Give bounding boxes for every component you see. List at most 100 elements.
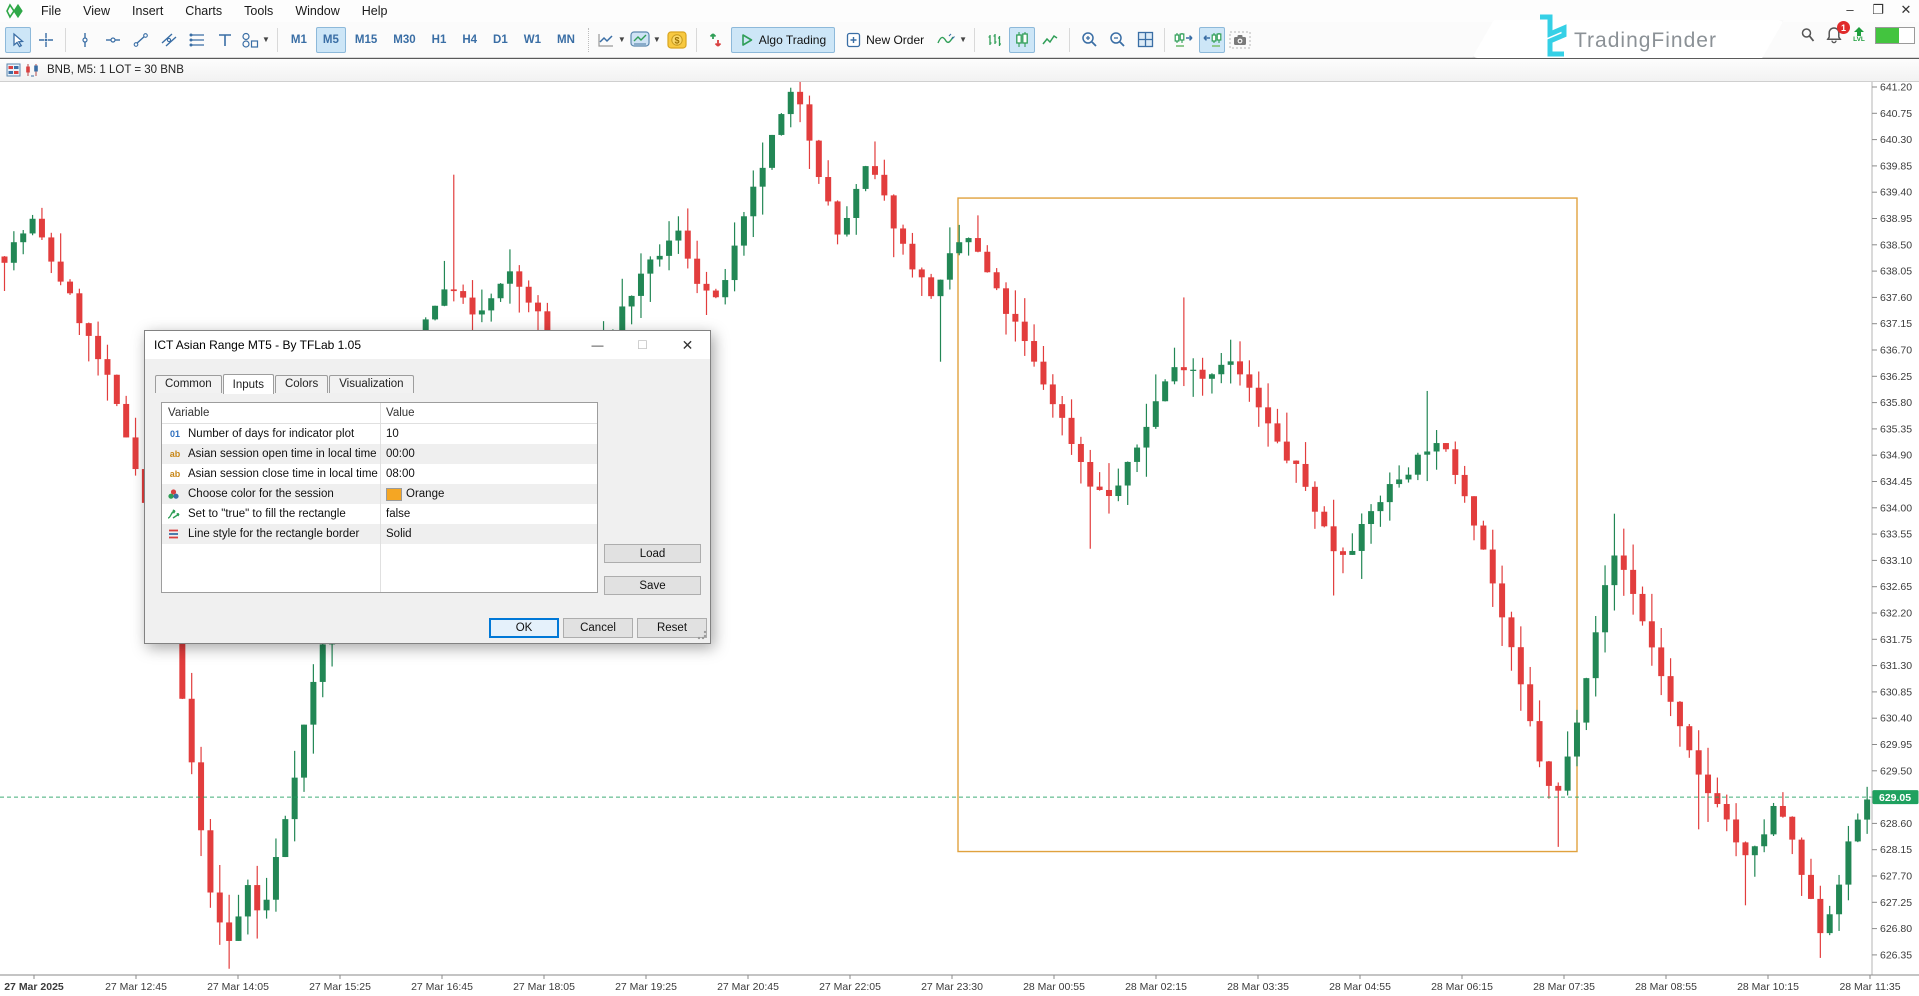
shapes-tool-button[interactable]: ▼ bbox=[240, 27, 271, 53]
tab-inputs[interactable]: Inputs bbox=[223, 374, 274, 394]
menu-item-tools[interactable]: Tools bbox=[233, 2, 284, 20]
indicator-settings-dialog: ICT Asian Range MT5 - By TFLab 1.05 — ☐ … bbox=[144, 330, 711, 644]
timeframe-m5-button[interactable]: M5 bbox=[316, 27, 346, 53]
timeframe-mn-button[interactable]: MN bbox=[550, 27, 582, 53]
dialog-tabs: CommonInputsColorsVisualization bbox=[155, 372, 415, 393]
line-chart-mode-button[interactable] bbox=[1037, 27, 1063, 53]
svg-text:629.50: 629.50 bbox=[1880, 765, 1912, 777]
svg-text:27 Mar 2025: 27 Mar 2025 bbox=[4, 981, 64, 993]
timeframe-m15-button[interactable]: M15 bbox=[348, 27, 384, 53]
color-swatch bbox=[386, 488, 402, 501]
load-button[interactable]: Load bbox=[604, 544, 701, 563]
shift-end-button[interactable] bbox=[1171, 27, 1197, 53]
channel-tool-button[interactable] bbox=[156, 27, 182, 53]
dialog-resize-grip[interactable] bbox=[697, 630, 707, 640]
text-tool-button[interactable] bbox=[212, 27, 238, 53]
bool-input-icon bbox=[167, 508, 183, 520]
menu-item-view[interactable]: View bbox=[72, 2, 121, 20]
dialog-title: ICT Asian Range MT5 - By TFLab 1.05 bbox=[154, 338, 361, 352]
status-icons: 1 LVL bbox=[1800, 26, 1915, 44]
svg-text:634.45: 634.45 bbox=[1880, 476, 1912, 488]
svg-text:628.15: 628.15 bbox=[1880, 844, 1912, 856]
svg-text:631.30: 631.30 bbox=[1880, 660, 1912, 672]
chart-shift-right-icon bbox=[1174, 31, 1194, 48]
trendline-tool-button[interactable] bbox=[128, 27, 154, 53]
timeframe-h4-button[interactable]: H4 bbox=[455, 27, 484, 53]
crosshair-tool-button[interactable] bbox=[33, 27, 59, 53]
param-value[interactable]: 08:00 bbox=[386, 468, 415, 480]
param-value[interactable]: Orange bbox=[406, 488, 444, 500]
timeframe-w1-button[interactable]: W1 bbox=[517, 27, 548, 53]
param-value[interactable]: 10 bbox=[386, 428, 399, 440]
param-name: Asian session open time in local time bbox=[188, 448, 377, 460]
window-close-button[interactable]: ✕ bbox=[1899, 2, 1913, 18]
auto-scroll-button[interactable] bbox=[1199, 27, 1225, 53]
algo-trading-button[interactable]: Algo Trading bbox=[731, 27, 835, 53]
svg-text:27 Mar 23:30: 27 Mar 23:30 bbox=[921, 981, 983, 993]
bar-chart-mode-button[interactable] bbox=[981, 27, 1007, 53]
dialog-maximize-button[interactable]: ☐ bbox=[620, 331, 665, 359]
candle-chart-mode-button[interactable] bbox=[1009, 27, 1035, 53]
param-value[interactable]: false bbox=[386, 508, 410, 520]
screenshot-button[interactable] bbox=[1227, 27, 1253, 53]
tile-windows-button[interactable] bbox=[1132, 27, 1158, 53]
menu-item-charts[interactable]: Charts bbox=[174, 2, 233, 20]
market-watch-icon bbox=[6, 63, 21, 77]
save-button[interactable]: Save bbox=[604, 576, 701, 595]
symbols-button[interactable]: $ bbox=[664, 27, 690, 53]
svg-text:28 Mar 04:55: 28 Mar 04:55 bbox=[1329, 981, 1391, 993]
svg-text:641.20: 641.20 bbox=[1880, 82, 1912, 94]
dialog-title-bar[interactable]: ICT Asian Range MT5 - By TFLab 1.05 — ☐ … bbox=[145, 331, 710, 359]
inputs-table[interactable]: VariableValue01Number of days for indica… bbox=[161, 402, 598, 593]
tab-common[interactable]: Common bbox=[155, 375, 222, 393]
svg-text:637.15: 637.15 bbox=[1880, 318, 1912, 330]
svg-text:28 Mar 00:55: 28 Mar 00:55 bbox=[1023, 981, 1085, 993]
tab-visualization[interactable]: Visualization bbox=[329, 375, 413, 393]
menu-item-insert[interactable]: Insert bbox=[121, 2, 174, 20]
cancel-button[interactable]: Cancel bbox=[563, 618, 633, 638]
param-name: Choose color for the session bbox=[188, 488, 334, 500]
timeframe-d1-button[interactable]: D1 bbox=[486, 27, 515, 53]
chart-profile-icon bbox=[597, 32, 615, 48]
menu-item-file[interactable]: File bbox=[30, 2, 72, 20]
zoom-out-button[interactable] bbox=[1104, 27, 1130, 53]
menu-item-help[interactable]: Help bbox=[351, 2, 399, 20]
play-icon bbox=[740, 33, 754, 47]
param-value[interactable]: 00:00 bbox=[386, 448, 415, 460]
dialog-close-button[interactable]: ✕ bbox=[665, 331, 710, 359]
indicator-wizard-button[interactable]: ▼ bbox=[935, 27, 968, 53]
fibo-lines-icon bbox=[188, 32, 206, 48]
ok-button[interactable]: OK bbox=[489, 618, 559, 638]
notifications-button[interactable]: 1 bbox=[1825, 26, 1843, 44]
search-icon[interactable] bbox=[1800, 27, 1815, 43]
buy-sell-arrows-button[interactable] bbox=[703, 27, 729, 53]
zoom-in-icon bbox=[1081, 31, 1098, 48]
cursor-tool-button[interactable] bbox=[5, 27, 31, 53]
chart-profile-button[interactable]: ▼ bbox=[596, 27, 627, 53]
indicators-button[interactable]: ▼ bbox=[629, 27, 662, 53]
zoom-in-button[interactable] bbox=[1076, 27, 1102, 53]
param-value[interactable]: Solid bbox=[386, 528, 412, 540]
svg-text:28 Mar 07:35: 28 Mar 07:35 bbox=[1533, 981, 1595, 993]
text-input-icon: ab bbox=[167, 469, 183, 479]
window-minimize-button[interactable]: – bbox=[1843, 2, 1857, 18]
svg-text:629.05: 629.05 bbox=[1879, 792, 1911, 804]
vertical-line-tool-button[interactable] bbox=[72, 27, 98, 53]
level-label: LVL bbox=[1853, 37, 1865, 44]
zoom-out-icon bbox=[1109, 31, 1126, 48]
window-restore-button[interactable]: ❐ bbox=[1871, 2, 1885, 18]
timeframe-m30-button[interactable]: M30 bbox=[386, 27, 422, 53]
new-order-button[interactable]: New Order bbox=[837, 27, 933, 53]
tab-colors[interactable]: Colors bbox=[275, 375, 328, 393]
horizontal-line-icon bbox=[105, 32, 121, 48]
timeframe-h1-button[interactable]: H1 bbox=[425, 27, 454, 53]
svg-text:27 Mar 22:05: 27 Mar 22:05 bbox=[819, 981, 881, 993]
column-divider bbox=[380, 403, 381, 592]
timeframe-m1-button[interactable]: M1 bbox=[284, 27, 314, 53]
level-indicator[interactable]: LVL bbox=[1853, 27, 1865, 44]
fibo-tool-button[interactable] bbox=[184, 27, 210, 53]
menu-item-window[interactable]: Window bbox=[284, 2, 350, 20]
chevron-down-icon: ▼ bbox=[959, 35, 967, 44]
horizontal-line-tool-button[interactable] bbox=[100, 27, 126, 53]
dialog-minimize-button[interactable]: — bbox=[575, 331, 620, 359]
